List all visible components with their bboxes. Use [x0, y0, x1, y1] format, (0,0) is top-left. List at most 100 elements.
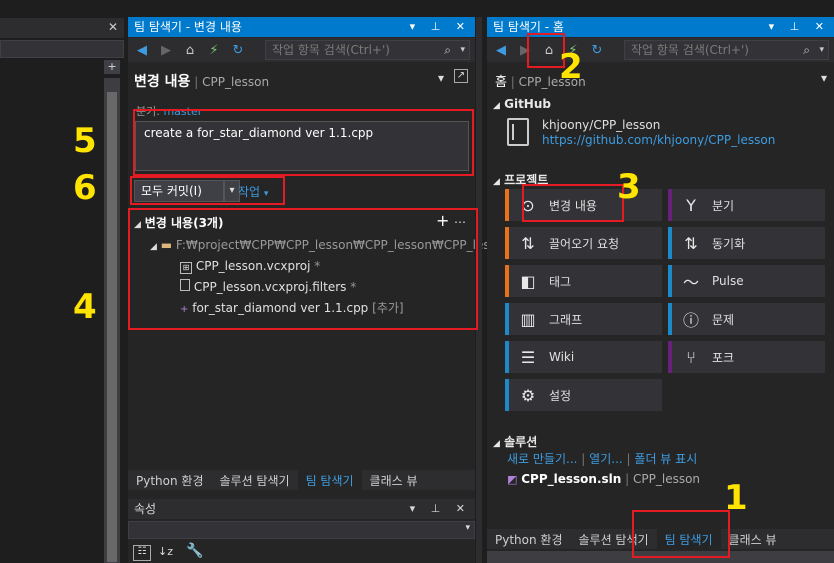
popout-icon[interactable]: ↗: [454, 69, 468, 83]
divider: |: [626, 452, 631, 466]
home-title: 팀 탐색기 - 홈: [493, 20, 564, 34]
changes-title-bar[interactable]: 팀 탐색기 - 변경 내용 ▾ ⊥ ✕: [128, 17, 475, 37]
tab-class-view[interactable]: 클래스 뷰: [362, 470, 426, 490]
tile-label: Pulse: [712, 274, 744, 288]
home-title-buttons[interactable]: ▾ ⊥ ✕: [769, 17, 830, 37]
tile-label: Wiki: [549, 350, 575, 364]
graph-icon: ▥: [520, 309, 536, 329]
tab-python-env[interactable]: Python 환경: [128, 470, 212, 490]
branch-icon: Y: [686, 195, 696, 215]
tile-settings[interactable]: ⚙ 설정: [505, 379, 662, 411]
back-icon[interactable]: ◀: [493, 42, 509, 58]
tile-branches[interactable]: Y 분기: [668, 189, 825, 221]
collapse-icon[interactable]: ◢: [493, 177, 500, 187]
tile-accent: [668, 189, 672, 221]
new-solution-link[interactable]: 새로 만들기...: [507, 452, 577, 466]
categorized-icon[interactable]: ☷: [133, 545, 151, 561]
refresh-icon[interactable]: ↻: [589, 42, 605, 58]
annotation-number-4: 4: [73, 287, 97, 327]
tile-label: 문제: [712, 312, 735, 327]
properties-title-buttons[interactable]: ▾ ⊥ ✕: [410, 499, 471, 519]
collapse-icon[interactable]: ◢: [493, 101, 500, 111]
property-pages-icon[interactable]: 🔧: [186, 543, 203, 559]
connect-icon[interactable]: ⚡: [206, 42, 222, 58]
tile-accent: [505, 227, 509, 259]
heading-dropdown-icon[interactable]: ▾: [438, 71, 444, 85]
tile-accent: [505, 189, 509, 221]
annotation-number-5: 5: [73, 121, 97, 161]
tile-label: 분기: [712, 198, 735, 213]
annotation-number-3: 3: [617, 167, 641, 207]
annotation-box-1: [632, 510, 730, 558]
editor-close-icon[interactable]: ✕: [108, 20, 118, 34]
tile-pull-requests[interactable]: ⇅ 끌어오기 요청: [505, 227, 662, 259]
sort-icon[interactable]: ↓z: [158, 545, 173, 558]
work-item-search[interactable]: 작업 항목 검색(Ctrl+') ⌕ ▾: [624, 40, 829, 60]
solution-item[interactable]: ◩ CPP_lesson.sln | CPP_lesson: [507, 472, 700, 486]
tab-team-explorer[interactable]: 팀 탐색기: [297, 470, 362, 490]
properties-title-bar[interactable]: 속성 ▾ ⊥ ✕: [128, 499, 475, 519]
back-icon[interactable]: ◀: [134, 42, 150, 58]
solution-file-name: CPP_lesson.sln: [521, 472, 622, 486]
team-explorer-home-pane: 팀 탐색기 - 홈 ▾ ⊥ ✕ ◀ ▶ ⌂ ⚡ ↻ 작업 항목 검색(Ctrl+…: [487, 17, 834, 563]
divider: |: [581, 452, 586, 466]
tile-accent: [505, 379, 509, 411]
tile-pulse[interactable]: 〜 Pulse: [668, 265, 825, 297]
editor-dropdown[interactable]: [0, 40, 124, 58]
tab-class-view[interactable]: 클래스 뷰: [721, 529, 785, 549]
tile-tags[interactable]: ◧ 태그: [505, 265, 662, 297]
annotation-number-6: 6: [73, 168, 97, 208]
search-placeholder: 작업 항목 검색(Ctrl+'): [272, 43, 390, 57]
work-item-search[interactable]: 작업 항목 검색(Ctrl+') ⌕ ▾: [265, 40, 470, 60]
tile-sync[interactable]: ⇅ 동기화: [668, 227, 825, 259]
folder-view-link[interactable]: 폴더 뷰 표시: [634, 452, 697, 466]
solution-links: 새로 만들기... | 열기... | 폴더 뷰 표시: [507, 450, 697, 467]
tile-issues[interactable]: ⓘ 문제: [668, 303, 825, 335]
tab-solution-explorer[interactable]: 솔루션 탐색기: [212, 470, 298, 490]
divider: |: [510, 75, 519, 89]
github-section-header[interactable]: ◢ GitHub: [493, 97, 551, 111]
tile-label: 끌어오기 요청: [549, 236, 620, 251]
collapse-icon[interactable]: ◢: [493, 439, 500, 449]
search-icon[interactable]: ⌕: [444, 41, 451, 59]
page-title: 홈: [495, 75, 507, 90]
title-buttons[interactable]: ▾ ⊥ ✕: [410, 17, 471, 37]
solution-repo: CPP_lesson: [633, 472, 701, 486]
tile-graphs[interactable]: ▥ 그래프: [505, 303, 662, 335]
solution-section-header[interactable]: ◢ 솔루션: [493, 433, 537, 450]
divider: |: [625, 472, 630, 486]
solution-file-icon: ◩: [507, 473, 518, 486]
tile-forks[interactable]: ⑂ 포크: [668, 341, 825, 373]
split-icon[interactable]: +: [104, 60, 120, 74]
open-solution-link[interactable]: 열기...: [589, 452, 623, 466]
annotation-box-5: [133, 109, 474, 176]
heading-dropdown-icon[interactable]: ▾: [821, 71, 827, 85]
home-icon[interactable]: ⌂: [182, 42, 198, 58]
properties-title: 속성: [134, 502, 157, 516]
tile-label: 그래프: [549, 312, 583, 327]
changes-heading-row: 변경 내용 | CPP_lesson ▾ ↗: [134, 69, 469, 91]
search-dropdown-icon[interactable]: ▾: [819, 41, 824, 59]
divider: |: [194, 75, 203, 89]
tile-wiki[interactable]: ☰ Wiki: [505, 341, 662, 373]
fork-icon: ⑂: [686, 347, 696, 367]
scroll-thumb[interactable]: [107, 92, 117, 562]
forward-icon[interactable]: ▶: [158, 42, 174, 58]
annotation-box-3: [522, 184, 624, 222]
page-title: 변경 내용: [134, 74, 191, 90]
annotation-box-4: [128, 208, 478, 330]
tab-python-env[interactable]: Python 환경: [487, 529, 571, 549]
search-icon[interactable]: ⌕: [803, 41, 810, 59]
left-bottom-tabs: Python 환경 솔루션 탐색기 팀 탐색기 클래스 뷰: [128, 470, 475, 490]
search-dropdown-icon[interactable]: ▾: [460, 41, 465, 59]
github-label: GitHub: [504, 97, 551, 111]
github-url-link[interactable]: https://github.com/khjoony/CPP_lesson: [542, 133, 775, 147]
tile-accent: [505, 341, 509, 373]
tag-icon: ◧: [520, 271, 536, 291]
book-spine: [512, 124, 514, 140]
properties-dropdown[interactable]: ▾: [128, 521, 475, 539]
tile-label: 포크: [712, 350, 735, 365]
tile-label: 설정: [549, 388, 572, 403]
refresh-icon[interactable]: ↻: [230, 42, 246, 58]
tile-accent: [668, 265, 672, 297]
